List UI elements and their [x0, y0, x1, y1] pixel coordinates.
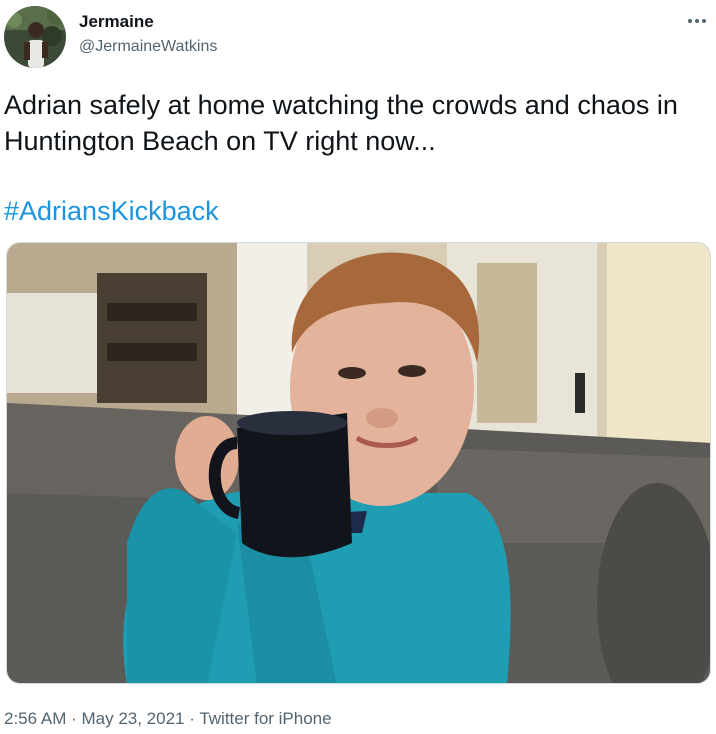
more-dots-icon	[688, 19, 706, 23]
tweet-meta: 2:56 AM · May 23, 2021 · Twitter for iPh…	[4, 707, 332, 731]
photo-child-with-mug-icon	[7, 243, 710, 683]
tweet-time-link[interactable]: 2:56 AM	[4, 709, 66, 728]
hashtag-link[interactable]: #AdriansKickback	[4, 193, 219, 229]
author-display-name[interactable]: Jermaine	[79, 11, 154, 33]
more-options-button[interactable]	[684, 8, 710, 34]
author-handle[interactable]: @JermaineWatkins	[79, 37, 217, 57]
tweet-source-link[interactable]: Twitter for iPhone	[199, 709, 331, 728]
avatar-photo-icon	[4, 6, 66, 68]
meta-separator: ·	[184, 709, 200, 728]
meta-separator: ·	[66, 709, 82, 728]
tweet-photo[interactable]	[6, 242, 711, 684]
tweet-text: Adrian safely at home watching the crowd…	[4, 90, 678, 156]
tweet-date-link[interactable]: May 23, 2021	[81, 709, 184, 728]
tweet-card: Jermaine @JermaineWatkins Adrian safely …	[0, 0, 716, 734]
author-avatar[interactable]	[4, 6, 66, 68]
